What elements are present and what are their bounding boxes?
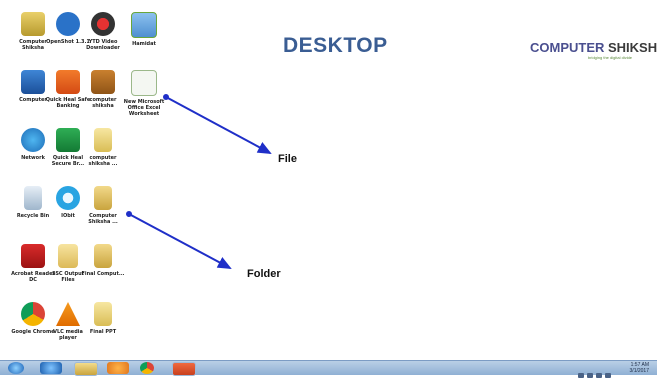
desktop-icon-final-computer[interactable]: Final Comput... <box>80 244 126 296</box>
icon-label: Final Comput... <box>81 271 125 277</box>
desktop-icon-hamidat[interactable]: Hamidat <box>121 12 167 64</box>
excel-file-icon <box>131 70 157 96</box>
vlc-cone-icon <box>56 302 80 326</box>
computer-shiksha-logo: COMPUTER SHIKSHA <box>530 40 657 55</box>
image-icon <box>131 12 157 38</box>
taskbar-media-player-icon[interactable] <box>107 362 129 374</box>
folder-arrow <box>128 213 232 269</box>
recycle-bin-icon <box>24 186 42 210</box>
folder-icon <box>94 186 112 210</box>
start-button[interactable] <box>8 362 24 374</box>
folder-annotation-label: Folder <box>247 268 281 280</box>
desktop-icon-excel-worksheet[interactable]: New Microsoft Office Excel Worksheet <box>121 70 167 122</box>
chrome-icon <box>21 302 45 326</box>
network-globe-icon <box>21 128 45 152</box>
desktop-icon-final-ppt[interactable]: Final PPT <box>80 302 126 354</box>
system-clock[interactable]: 1:57 AM 3/1/2017 <box>630 362 649 374</box>
icon-label: computer shiksha ... <box>88 155 118 167</box>
icon-label: Final PPT <box>89 329 117 335</box>
folder-icon <box>94 302 112 326</box>
icon-label: New Microsoft Office Excel Worksheet <box>123 99 165 117</box>
folder-icon <box>58 244 78 268</box>
acrobat-icon <box>21 244 45 268</box>
desktop-icon-computer-shiksha-3[interactable]: computer shiksha ... <box>80 128 126 180</box>
desktop-area: DESKTOP COMPUTER SHIKSHA bridging the di… <box>0 0 657 360</box>
system-tray-icons[interactable] <box>575 365 615 378</box>
taskbar-chrome-icon[interactable] <box>140 362 154 374</box>
file-annotation-label: File <box>278 153 297 165</box>
ytd-icon <box>91 12 115 36</box>
icon-label: Hamidat <box>132 41 156 47</box>
icon-label: Computer Shiksha ... <box>88 213 118 225</box>
briefcase-icon <box>91 70 115 94</box>
file-arrow <box>165 96 272 154</box>
secure-browser-icon <box>56 128 80 152</box>
logo-text-a: COMPUTER <box>530 40 605 55</box>
computer-icon <box>21 70 45 94</box>
folder-icon <box>94 244 112 268</box>
desktop-icon-computer-shiksha-2[interactable]: computer shiksha <box>80 70 126 122</box>
logo-tagline: bridging the digital divide <box>588 55 633 60</box>
iobit-icon <box>56 186 80 210</box>
openshot-icon <box>56 12 80 36</box>
page-title: DESKTOP <box>283 34 388 57</box>
folder-arrow-origin-dot <box>126 211 132 217</box>
icon-label: computer shiksha <box>89 97 117 109</box>
desktop-icon-computer-shiksha-4[interactable]: Computer Shiksha ... <box>80 186 126 238</box>
quickheal-icon <box>56 70 80 94</box>
folder-icon <box>94 128 112 152</box>
clock-date: 3/1/2017 <box>629 368 649 374</box>
desktop-icon-ytd[interactable]: YTD Video Downloader <box>80 12 126 64</box>
logo-text-b: SHIKSHA <box>608 40 657 55</box>
taskbar: 1:57 AM 3/1/2017 <box>0 360 657 378</box>
folder-user-icon <box>21 12 45 36</box>
icon-label: YTD Video Downloader <box>86 39 120 51</box>
taskbar-ie-icon[interactable] <box>40 362 62 374</box>
